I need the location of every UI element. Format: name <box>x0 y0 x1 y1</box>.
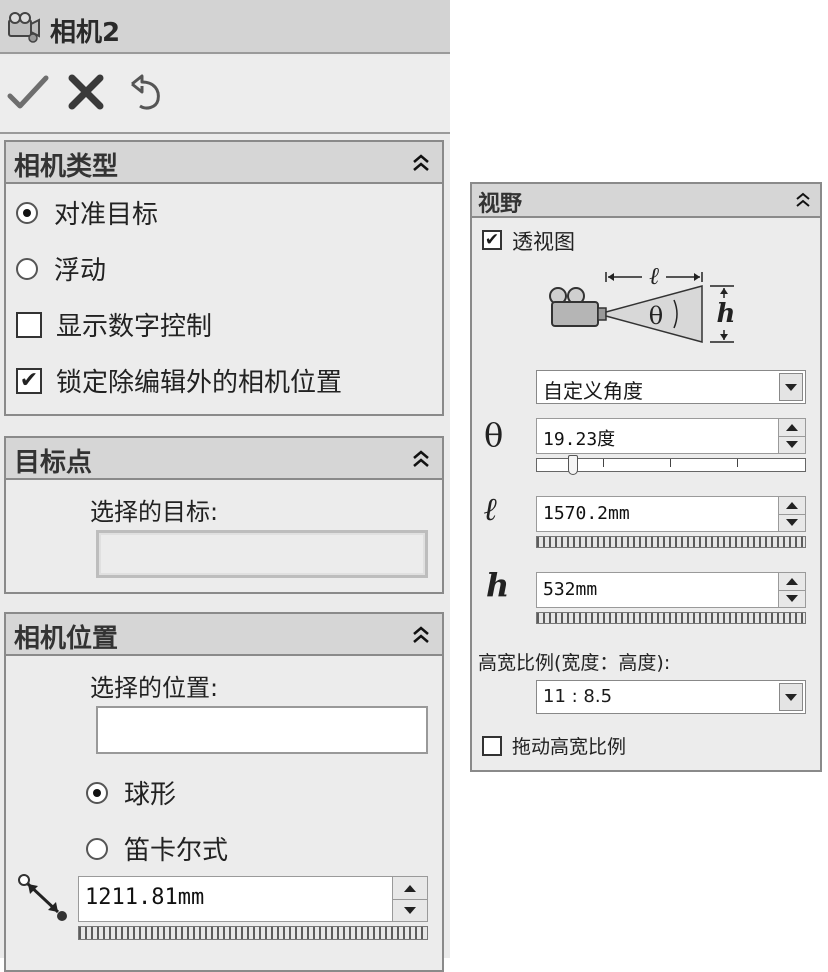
lock-position-label: 锁定除编辑外的相机位置 <box>56 368 343 398</box>
slider-tick <box>670 459 671 467</box>
spin-down-icon[interactable] <box>779 436 805 453</box>
slider-tick <box>737 459 738 467</box>
theta-slider[interactable] <box>536 455 806 475</box>
height-value: 532mm <box>543 579 598 600</box>
camera-icon <box>8 12 40 43</box>
cancel-x-icon[interactable] <box>64 70 108 114</box>
undo-icon[interactable] <box>122 70 166 114</box>
radio-floating[interactable]: 浮动 <box>16 250 106 287</box>
checkbox-unchecked[interactable] <box>16 311 42 338</box>
spin-down-icon[interactable] <box>779 590 805 607</box>
show-numeric-control-checkbox[interactable]: 显示数字控制 <box>16 306 212 343</box>
radio-spherical-label: 球形 <box>124 780 177 810</box>
radio-cartesian-label: 笛卡尔式 <box>124 836 229 866</box>
diagram-height-symbol: h <box>717 299 736 329</box>
length-spinner[interactable] <box>778 497 805 531</box>
height-spinner[interactable] <box>778 573 805 607</box>
collapse-chevron-icon[interactable] <box>410 448 432 470</box>
radio-aim-target[interactable]: 对准目标 <box>16 194 158 231</box>
action-bar <box>0 56 450 134</box>
target-point-group: 目标点 选择的目标: <box>4 436 444 594</box>
theta-slider-thumb[interactable] <box>568 455 578 475</box>
aspect-ratio-dropdown[interactable]: 11 : 8.5 <box>536 680 806 714</box>
spin-up-icon[interactable] <box>393 877 427 900</box>
spin-down-icon[interactable] <box>393 899 427 921</box>
diagram-angle-symbol: θ <box>649 302 663 330</box>
length-value: 1570.2mm <box>543 503 630 524</box>
window-title: 相机2 <box>50 18 121 48</box>
distance-icon <box>18 874 67 921</box>
radio-cartesian[interactable]: 笛卡尔式 <box>86 830 228 867</box>
field-of-view-header[interactable]: 视野 <box>472 184 820 218</box>
height-symbol: h <box>486 566 510 604</box>
target-point-title: 目标点 <box>14 448 93 478</box>
target-point-header[interactable]: 目标点 <box>6 438 442 480</box>
camera-type-title: 相机类型 <box>14 152 119 182</box>
field-of-view-group: 视野 ✔ 透视图 ℓ h θ 自定义角度 θ 19.23度 ℓ 1570.2mm… <box>470 182 822 772</box>
camera-position-title: 相机位置 <box>14 624 119 654</box>
dropdown-arrow-icon[interactable] <box>779 373 803 401</box>
length-thumbwheel[interactable] <box>536 536 806 548</box>
spin-up-icon[interactable] <box>779 497 805 515</box>
drag-aspect-checkbox[interactable] <box>482 736 502 756</box>
height-input[interactable]: 532mm <box>536 572 806 608</box>
selected-position-box[interactable] <box>96 706 428 754</box>
length-symbol: ℓ <box>484 490 498 528</box>
field-of-view-title: 视野 <box>478 192 523 217</box>
slider-tick <box>603 459 604 467</box>
fov-preset-dropdown[interactable]: 自定义角度 <box>536 370 806 404</box>
fov-preset-value: 自定义角度 <box>543 379 643 403</box>
distance-spinner[interactable] <box>392 877 427 921</box>
radio-aim-label: 对准目标 <box>54 200 159 230</box>
radio-button-selected[interactable] <box>16 201 38 224</box>
perspective-label: 透视图 <box>512 230 575 254</box>
camera-position-group: 相机位置 选择的位置: 球形 笛卡尔式 1211.81mm <box>4 612 444 972</box>
aspect-ratio-label: 高宽比例(宽度：高度): <box>478 652 671 674</box>
theta-spinner[interactable] <box>778 419 805 453</box>
spin-up-icon[interactable] <box>779 419 805 437</box>
aspect-ratio-value: 11 : 8.5 <box>543 686 613 707</box>
radio-button-selected[interactable] <box>86 781 108 804</box>
dropdown-arrow-icon[interactable] <box>779 683 803 711</box>
radio-button[interactable] <box>16 257 38 280</box>
selected-target-box[interactable] <box>96 530 428 578</box>
camera-type-group: 相机类型 对准目标 浮动 显示数字控制 ✔ 锁定除编辑外的相机位置 <box>4 140 444 416</box>
collapse-chevron-icon[interactable] <box>410 624 432 646</box>
spin-down-icon[interactable] <box>779 514 805 531</box>
show-numeric-label: 显示数字控制 <box>56 312 213 342</box>
theta-symbol: θ <box>484 416 504 454</box>
diagram-length-symbol: ℓ <box>649 262 659 290</box>
selected-target-label: 选择的目标: <box>90 498 219 526</box>
distance-thumbwheel[interactable] <box>78 926 428 940</box>
drag-aspect-label: 拖动高宽比例 <box>512 736 627 758</box>
perspective-checkbox[interactable]: ✔ <box>482 230 502 250</box>
ok-checkmark-icon[interactable] <box>6 70 50 114</box>
radio-button[interactable] <box>86 837 108 860</box>
camera-position-header[interactable]: 相机位置 <box>6 614 442 656</box>
spin-up-icon[interactable] <box>779 573 805 591</box>
collapse-chevron-icon[interactable] <box>410 152 432 174</box>
selected-position-label: 选择的位置: <box>90 674 219 702</box>
distance-input[interactable]: 1211.81mm <box>78 876 428 922</box>
radio-float-label: 浮动 <box>54 256 107 286</box>
theta-input[interactable]: 19.23度 <box>536 418 806 454</box>
length-input[interactable]: 1570.2mm <box>536 496 806 532</box>
lock-position-checkbox[interactable]: ✔ 锁定除编辑外的相机位置 <box>16 362 342 399</box>
title-bar: 相机2 <box>0 0 450 54</box>
field-of-view-diagram: ℓ h θ <box>549 262 736 343</box>
distance-value: 1211.81mm <box>85 885 205 910</box>
checkbox-checked[interactable]: ✔ <box>16 367 42 394</box>
theta-value: 19.23度 <box>543 429 616 450</box>
camera-type-header[interactable]: 相机类型 <box>6 142 442 184</box>
height-thumbwheel[interactable] <box>536 612 806 624</box>
collapse-chevron-icon[interactable] <box>794 191 812 209</box>
radio-spherical[interactable]: 球形 <box>86 774 176 811</box>
